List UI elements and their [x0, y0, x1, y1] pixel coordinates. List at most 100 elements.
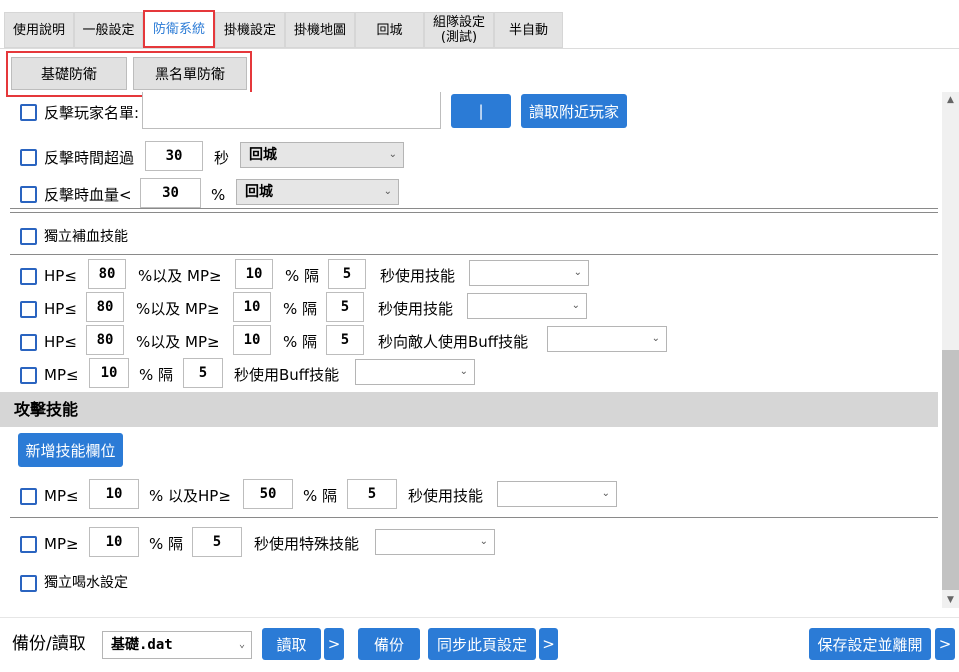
chevron-down-icon: ⌄ — [651, 333, 660, 344]
sync-page-button[interactable]: 同步此頁設定 — [428, 628, 536, 660]
independent-drink-checkbox[interactable] — [20, 575, 37, 592]
heal-row-1-skill-select[interactable]: ⌄ — [469, 260, 589, 286]
attack-row-1-mid-label: % 以及HP≥ — [149, 487, 231, 505]
counter-hp-checkbox[interactable] — [20, 186, 37, 203]
backup-file-select[interactable]: 基礎.dat ⌄ — [102, 631, 252, 659]
counter-timeout-label: 反擊時間超過 — [44, 149, 135, 167]
attack-row-2-tail-label: 秒使用特殊技能 — [254, 535, 360, 553]
sync-arrow-button[interactable]: > — [539, 628, 558, 660]
divider — [10, 212, 938, 213]
heal-row-3-interval-input[interactable]: 5 — [326, 325, 364, 355]
attack-row-2-interval-input[interactable]: 5 — [192, 527, 242, 557]
heal-row-2-interval-input[interactable]: 5 — [326, 292, 364, 322]
tab-usage[interactable]: 使用說明 — [4, 12, 74, 48]
attack-row-1-gap-label: % 隔 — [303, 487, 338, 505]
heal-row-2-mp-input[interactable]: 10 — [233, 292, 271, 322]
mp-buff-mp-input[interactable]: 10 — [89, 358, 129, 388]
attack-row-1-skill-select[interactable]: ⌄ — [497, 481, 617, 507]
attack-row-1-mp-label: MP≤ — [44, 487, 79, 505]
attack-row-1-hp-input[interactable]: 50 — [243, 479, 293, 509]
heal-row-2-gap-label: % 隔 — [283, 300, 318, 318]
counter-timeout-action-value: 回城 — [249, 147, 277, 163]
tab-general[interactable]: 一般設定 — [74, 12, 143, 48]
attack-row-2-checkbox[interactable] — [20, 536, 37, 553]
heal-row-2-skill-select[interactable]: ⌄ — [467, 293, 587, 319]
chevron-down-icon: ⌄ — [573, 267, 582, 278]
read-button[interactable]: 讀取 — [262, 628, 321, 660]
tab-semi-auto[interactable]: 半自動 — [494, 12, 563, 48]
mp-buff-mp-label: MP≤ — [44, 366, 79, 384]
read-arrow-button[interactable]: > — [324, 628, 344, 660]
mp-buff-tail-label: 秒使用Buff技能 — [234, 366, 340, 384]
counter-timeout-input[interactable]: 30 — [145, 141, 203, 171]
heal-row-3-tail-label: 秒向敵人使用Buff技能 — [378, 333, 529, 351]
heal-row-1-tail-label: 秒使用技能 — [380, 267, 456, 285]
heal-row-1-mp-input[interactable]: 10 — [235, 259, 273, 289]
heal-row-1-checkbox[interactable] — [20, 268, 37, 285]
heal-row-3-mid-label: %以及 MP≥ — [136, 333, 220, 351]
tab-defense[interactable]: 防衛系統 — [143, 10, 215, 48]
backup-button[interactable]: 備份 — [358, 628, 420, 660]
chevron-down-icon: ⌄ — [601, 488, 610, 499]
heal-row-3-hp-input[interactable]: 80 — [86, 325, 124, 355]
independent-heal-label: 獨立補血技能 — [44, 229, 128, 245]
counter-timeout-unit: 秒 — [214, 149, 230, 167]
attack-section-header: 攻擊技能 — [0, 392, 938, 427]
heal-row-3-mp-input[interactable]: 10 — [233, 325, 271, 355]
divider — [10, 208, 938, 209]
arrow-up-icon[interactable]: ▲ — [942, 92, 959, 108]
counter-list-checkbox[interactable] — [20, 104, 37, 121]
independent-drink-label: 獨立喝水設定 — [44, 575, 128, 591]
heal-row-2-mid-label: %以及 MP≥ — [136, 300, 220, 318]
counter-list-label: 反擊玩家名單: — [44, 104, 140, 122]
heal-row-3-hp-label: HP≤ — [44, 333, 77, 351]
chevron-down-icon: ⌄ — [238, 639, 245, 650]
divider — [10, 254, 938, 255]
heal-row-2-checkbox[interactable] — [20, 301, 37, 318]
attack-row-2-mp-label: MP≥ — [44, 535, 79, 553]
chevron-down-icon: ⌄ — [479, 536, 488, 547]
counter-timeout-checkbox[interactable] — [20, 149, 37, 166]
heal-row-2-hp-input[interactable]: 80 — [86, 292, 124, 322]
save-and-exit-button[interactable]: 保存設定並離開 — [809, 628, 931, 660]
tab-party[interactable]: 組隊設定 (測試) — [424, 12, 494, 48]
attack-row-1-checkbox[interactable] — [20, 488, 37, 505]
pipe-button[interactable]: | — [451, 94, 511, 128]
counter-timeout-action-select[interactable]: 回城 ⌄ — [240, 142, 404, 168]
tab-afk-settings[interactable]: 掛機設定 — [215, 12, 285, 48]
attack-row-1-interval-input[interactable]: 5 — [347, 479, 397, 509]
attack-row-2-mp-input[interactable]: 10 — [89, 527, 139, 557]
heal-row-3-checkbox[interactable] — [20, 334, 37, 351]
scrollbar-thumb[interactable] — [942, 350, 959, 590]
counter-hp-action-value: 回城 — [245, 184, 273, 200]
heal-row-3-skill-select[interactable]: ⌄ — [547, 326, 667, 352]
heal-row-1-hp-input[interactable]: 80 — [88, 259, 126, 289]
counter-hp-action-select[interactable]: 回城 ⌄ — [236, 179, 399, 205]
subtab-blacklist-defense[interactable]: 黑名單防衛 — [133, 57, 247, 90]
counter-hp-input[interactable]: 30 — [140, 178, 201, 208]
add-skill-slot-button[interactable]: 新增技能欄位 — [18, 433, 123, 467]
heal-row-1-interval-input[interactable]: 5 — [328, 259, 366, 289]
backup-file-value: 基礎.dat — [111, 637, 173, 653]
chevron-down-icon: ⌄ — [571, 300, 580, 311]
subtab-basic-defense[interactable]: 基礎防衛 — [11, 57, 127, 90]
mp-buff-gap-label: % 隔 — [139, 366, 174, 384]
read-nearby-players-button[interactable]: 讀取附近玩家 — [521, 94, 627, 128]
attack-row-2-skill-select[interactable]: ⌄ — [375, 529, 495, 555]
tab-afk-map[interactable]: 掛機地圖 — [285, 12, 355, 48]
independent-heal-checkbox[interactable] — [20, 228, 37, 245]
chevron-down-icon: ⌄ — [388, 149, 397, 160]
attack-row-1-mp-input[interactable]: 10 — [89, 479, 139, 509]
heal-row-2-hp-label: HP≤ — [44, 300, 77, 318]
counter-list-input[interactable] — [142, 92, 441, 129]
heal-row-1-mid-label: %以及 MP≥ — [138, 267, 222, 285]
mp-buff-checkbox[interactable] — [20, 367, 37, 384]
save-arrow-button[interactable]: > — [935, 628, 955, 660]
divider — [10, 517, 938, 518]
mp-buff-interval-input[interactable]: 5 — [183, 358, 223, 388]
mp-buff-skill-select[interactable]: ⌄ — [355, 359, 475, 385]
arrow-down-icon[interactable]: ▼ — [942, 592, 959, 608]
tab-return-town[interactable]: 回城 — [355, 12, 424, 48]
chevron-down-icon: ⌄ — [383, 186, 392, 197]
heal-row-2-tail-label: 秒使用技能 — [378, 300, 454, 318]
